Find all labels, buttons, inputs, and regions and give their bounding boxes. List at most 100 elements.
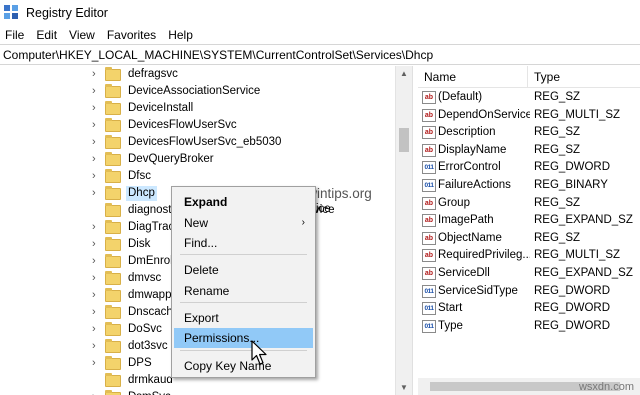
- value-row[interactable]: ab ServiceDll REG_EXPAND_SZ: [418, 265, 640, 283]
- value-name: Type: [438, 319, 463, 332]
- tree-item[interactable]: › DevicesFlowUserSvc: [0, 117, 395, 134]
- tree-item-label: drmkaud: [128, 374, 173, 386]
- value-name: FailureActions: [438, 179, 511, 191]
- chevron-right-icon[interactable]: ›: [92, 151, 100, 168]
- menu-help[interactable]: Help: [163, 28, 200, 42]
- column-divider[interactable]: [527, 66, 528, 88]
- chevron-right-icon[interactable]: ›: [92, 185, 100, 202]
- menu-edit[interactable]: Edit: [31, 28, 64, 42]
- value-type: REG_DWORD: [534, 302, 611, 315]
- value-row[interactable]: 011 Type REG_DWORD: [418, 318, 640, 336]
- tree-item-label: dot3svc: [128, 340, 168, 352]
- context-menu-label: Export: [184, 311, 219, 325]
- tree-item-label: DPS: [128, 357, 152, 369]
- tree-item[interactable]: › DevicesFlowUserSvc_eb5030: [0, 134, 395, 151]
- folder-icon: [105, 322, 121, 336]
- value-row[interactable]: ab DependOnService REG_MULTI_SZ: [418, 107, 640, 125]
- context-menu-item[interactable]: Delete: [174, 260, 313, 280]
- value-row[interactable]: ab DisplayName REG_SZ: [418, 142, 640, 160]
- tree-item-label: defragsvc: [128, 68, 178, 80]
- context-menu-item[interactable]: Rename: [174, 281, 313, 301]
- menu-separator: [180, 302, 307, 303]
- value-type: REG_SZ: [534, 231, 581, 244]
- value-type: REG_EXPAND_SZ: [534, 214, 633, 227]
- value-row[interactable]: 011 ErrorControl REG_DWORD: [418, 159, 640, 177]
- value-type: REG_BINARY: [534, 179, 608, 191]
- chevron-right-icon[interactable]: ›: [92, 168, 100, 185]
- string-value-icon: ab: [422, 126, 436, 140]
- value-row[interactable]: ab RequiredPrivileg... REG_MULTI_SZ: [418, 247, 640, 265]
- chevron-right-icon[interactable]: ›: [92, 219, 100, 236]
- chevron-right-icon[interactable]: ›: [92, 355, 100, 372]
- string-value-icon: ab: [422, 231, 436, 245]
- submenu-arrow-icon: ›: [301, 217, 305, 228]
- tree-item-label: Dfsc: [128, 170, 151, 182]
- chevron-right-icon[interactable]: ›: [92, 134, 100, 151]
- string-value-icon: ab: [422, 267, 436, 280]
- context-menu-item[interactable]: Copy Key Name: [174, 356, 313, 376]
- scrollbar-thumb[interactable]: [399, 128, 409, 152]
- chevron-right-icon[interactable]: ›: [92, 338, 100, 355]
- column-type-header[interactable]: Type: [534, 70, 560, 84]
- context-menu-item[interactable]: Permissions...: [174, 328, 313, 348]
- chevron-right-icon[interactable]: ›: [92, 287, 100, 304]
- context-menu-label: Delete: [184, 263, 219, 277]
- string-value-icon: ab: [422, 214, 436, 228]
- tree-item-label: DeviceInstall: [128, 102, 194, 114]
- tree-scrollbar[interactable]: ▲ ▼: [395, 66, 412, 395]
- chevron-right-icon[interactable]: ›: [92, 321, 100, 338]
- context-menu-item[interactable]: Expand: [174, 192, 313, 212]
- scroll-down-icon[interactable]: ▼: [400, 383, 408, 392]
- menu-favorites[interactable]: Favorites: [102, 28, 163, 42]
- value-type: REG_MULTI_SZ: [534, 108, 621, 121]
- value-row[interactable]: ab ObjectName REG_SZ: [418, 230, 640, 248]
- value-row[interactable]: ab Description REG_SZ: [418, 124, 640, 142]
- context-menu-item[interactable]: Find...: [174, 233, 313, 253]
- value-name: ServiceDll: [438, 267, 490, 279]
- value-row[interactable]: ab ImagePath REG_EXPAND_SZ: [418, 212, 640, 230]
- chevron-right-icon[interactable]: ›: [92, 236, 100, 253]
- chevron-right-icon[interactable]: ›: [92, 117, 100, 134]
- values-list[interactable]: Name Type ab (Default) REG_SZ ab DependOnSer…: [418, 66, 640, 395]
- tree-item-label: DsmSvc: [126, 390, 173, 395]
- context-menu: Expand New › Find... Delete Rename Export Permi…: [171, 186, 316, 378]
- string-value-icon: ab: [422, 91, 436, 104]
- chevron-right-icon[interactable]: ›: [92, 253, 100, 270]
- chevron-right-icon[interactable]: ›: [92, 100, 100, 117]
- folder-icon: [105, 101, 121, 115]
- chevron-right-icon[interactable]: ›: [92, 270, 100, 287]
- binary-value-icon: 011: [422, 284, 436, 298]
- tree-item[interactable]: › DsmSvc: [0, 389, 395, 395]
- menu-view[interactable]: View: [64, 28, 102, 42]
- address-bar[interactable]: Computer\HKEY_LOCAL_MACHINE\SYSTEM\Curre…: [0, 44, 640, 65]
- value-row[interactable]: 011 FailureActions REG_BINARY: [418, 177, 640, 195]
- title-bar: Registry Editor: [0, 0, 640, 25]
- value-row[interactable]: 011 ServiceSidType REG_DWORD: [418, 283, 640, 301]
- tree-item-label: Disk: [128, 238, 151, 250]
- tree-item[interactable]: › Dfsc: [0, 168, 395, 185]
- chevron-right-icon[interactable]: ›: [92, 66, 100, 83]
- folder-icon: [105, 152, 121, 166]
- value-row[interactable]: ab (Default) REG_SZ: [418, 89, 640, 107]
- value-type: REG_SZ: [534, 91, 581, 103]
- tree-item[interactable]: › DeviceAssociationService: [0, 83, 395, 100]
- scroll-up-icon[interactable]: ▲: [400, 69, 408, 78]
- value-type: REG_SZ: [534, 126, 581, 139]
- context-menu-item[interactable]: New ›: [174, 213, 313, 233]
- chevron-right-icon[interactable]: ›: [92, 304, 100, 321]
- list-header: Name Type: [418, 66, 640, 88]
- menu-file[interactable]: File: [0, 28, 31, 42]
- value-row[interactable]: ab Group REG_SZ: [418, 195, 640, 213]
- chevron-right-icon[interactable]: ›: [92, 83, 100, 100]
- tree-item[interactable]: › defragsvc: [0, 66, 395, 83]
- tree-item-label: DeviceAssociationService: [128, 85, 261, 97]
- value-row[interactable]: 011 Start REG_DWORD: [418, 300, 640, 318]
- folder-icon: [105, 169, 121, 183]
- column-name-header[interactable]: Name: [424, 70, 456, 84]
- chevron-right-icon[interactable]: ›: [92, 389, 100, 395]
- value-name: Group: [438, 196, 470, 209]
- tree-item[interactable]: › DevQueryBroker: [0, 151, 395, 168]
- context-menu-item[interactable]: Export: [174, 308, 313, 328]
- tree-item[interactable]: › DeviceInstall: [0, 100, 395, 117]
- tree-item-label: DevQueryBroker: [128, 153, 214, 165]
